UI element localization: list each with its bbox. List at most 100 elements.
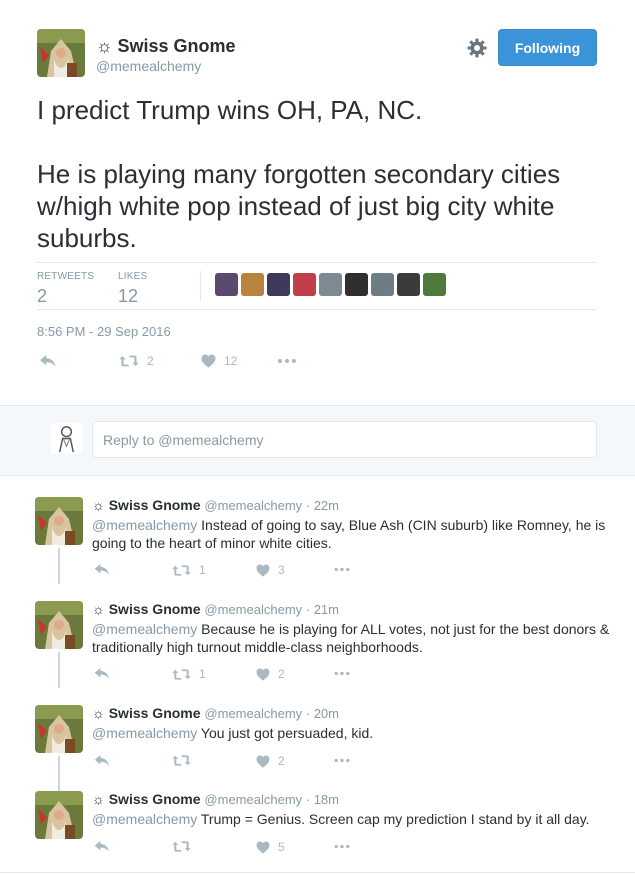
reply-button[interactable]: [39, 354, 57, 368]
reply-tweet[interactable]: ☼ Swiss Gnome @memealchemy · 18m @memeal…: [0, 791, 635, 867]
like-button[interactable]: 5: [256, 840, 285, 854]
liker-avatar[interactable]: [423, 273, 446, 296]
reply-avatar[interactable]: [35, 791, 83, 839]
reply-mention[interactable]: @memealchemy: [92, 517, 197, 533]
reply-tweet[interactable]: ☼ Swiss Gnome @memealchemy · 20m @memeal…: [0, 705, 635, 781]
reply-input[interactable]: Reply to @memealchemy: [92, 421, 597, 458]
reply-composer: Reply to @memealchemy: [0, 405, 635, 476]
stats-divider: [200, 271, 201, 301]
author-handle[interactable]: @memealchemy: [96, 58, 201, 74]
likes-stat[interactable]: LIKES 12: [118, 271, 147, 307]
reply-button[interactable]: [94, 667, 110, 680]
retweet-button[interactable]: [172, 754, 199, 767]
retweet-button[interactable]: [172, 840, 199, 853]
reply-display-name[interactable]: ☼ Swiss Gnome: [92, 601, 201, 617]
like-button[interactable]: 2: [256, 667, 285, 681]
reply-display-name[interactable]: ☼ Swiss Gnome: [92, 705, 201, 721]
author-avatar[interactable]: [37, 29, 85, 77]
reply-mention[interactable]: @memealchemy: [92, 621, 197, 637]
reply-arrow-icon: [94, 754, 110, 767]
retweet-icon: [172, 754, 191, 767]
liker-avatar[interactable]: [267, 273, 290, 296]
retweet-icon: [172, 668, 191, 681]
liker-avatar[interactable]: [241, 273, 264, 296]
more-button[interactable]: [333, 844, 351, 849]
liker-avatar[interactable]: [371, 273, 394, 296]
reply-display-name[interactable]: ☼ Swiss Gnome: [92, 497, 201, 513]
main-tweet: ☼ Swiss Gnome @memealchemy Following I p…: [0, 0, 635, 405]
like-button[interactable]: 12: [201, 354, 237, 368]
retweet-count: 1: [199, 667, 206, 681]
reply-meta[interactable]: @memealchemy · 21m: [204, 602, 339, 617]
reply-text: @memealchemy Because he is playing for A…: [92, 620, 612, 656]
liker-avatar[interactable]: [293, 273, 316, 296]
reply-header: ☼ Swiss Gnome @memealchemy · 22m: [92, 497, 339, 513]
tweet-stats: RETWEETS 2 LIKES 12: [37, 262, 597, 310]
retweet-icon: [172, 564, 191, 577]
more-dots-icon: [333, 844, 351, 849]
like-button[interactable]: 2: [256, 754, 285, 768]
reply-header: ☼ Swiss Gnome @memealchemy · 21m: [92, 601, 339, 617]
reply-text: @memealchemy Instead of going to say, Bl…: [92, 516, 612, 552]
reply-actions: 1 2: [92, 667, 392, 683]
reply-header: ☼ Swiss Gnome @memealchemy · 20m: [92, 705, 339, 721]
heart-icon: [256, 564, 270, 577]
reply-arrow-icon: [39, 354, 57, 368]
liker-avatar[interactable]: [345, 273, 368, 296]
more-button[interactable]: [333, 671, 351, 676]
reply-body: Trump = Genius. Screen cap my prediction…: [200, 811, 590, 827]
more-dots-icon: [333, 758, 351, 763]
retweet-icon: [119, 354, 139, 368]
retweets-stat[interactable]: RETWEETS 2: [37, 271, 94, 307]
reply-avatar[interactable]: [35, 497, 83, 545]
reply-text: @memealchemy You just got persuaded, kid…: [92, 724, 612, 742]
reply-actions: 2: [92, 754, 392, 770]
retweet-button[interactable]: 1: [172, 667, 206, 681]
more-dots-icon: [277, 358, 297, 364]
likes-label: LIKES: [118, 271, 148, 282]
liker-avatar[interactable]: [397, 273, 420, 296]
reply-avatar[interactable]: [35, 705, 83, 753]
like-count: 2: [278, 754, 285, 768]
reply-meta[interactable]: @memealchemy · 22m: [204, 498, 339, 513]
reply-actions: 1 3: [92, 563, 392, 579]
more-button[interactable]: [333, 567, 351, 572]
more-dots-icon: [333, 567, 351, 572]
reply-button[interactable]: [94, 754, 110, 767]
retweet-button[interactable]: 1: [172, 563, 206, 577]
more-button[interactable]: [333, 758, 351, 763]
reply-button[interactable]: [94, 840, 110, 853]
reply-arrow-icon: [94, 840, 110, 853]
like-button[interactable]: 3: [256, 563, 285, 577]
reply-meta[interactable]: @memealchemy · 18m: [204, 792, 339, 807]
gear-icon[interactable]: [466, 37, 488, 59]
retweet-count: 2: [147, 354, 154, 368]
like-count: 2: [278, 667, 285, 681]
reply-display-name[interactable]: ☼ Swiss Gnome: [92, 791, 201, 807]
reply-tweet[interactable]: ☼ Swiss Gnome @memealchemy · 22m @memeal…: [0, 497, 635, 587]
liker-avatar[interactable]: [319, 273, 342, 296]
like-count: 5: [278, 840, 285, 854]
current-user-avatar: [51, 423, 82, 454]
heart-icon: [256, 841, 270, 854]
list-divider: [0, 872, 635, 873]
retweet-count: 1: [199, 563, 206, 577]
like-count: 12: [224, 354, 238, 368]
liker-avatar[interactable]: [215, 273, 238, 296]
reply-button[interactable]: [94, 563, 110, 576]
reply-tweet[interactable]: ☼ Swiss Gnome @memealchemy · 21m @memeal…: [0, 601, 635, 691]
heart-icon: [256, 755, 270, 768]
following-button[interactable]: Following: [498, 29, 597, 66]
reply-mention[interactable]: @memealchemy: [92, 725, 197, 741]
retweet-button[interactable]: 2: [119, 354, 154, 368]
reply-actions: 5: [92, 840, 392, 856]
more-button[interactable]: [277, 358, 297, 364]
author-display-name[interactable]: ☼ Swiss Gnome: [96, 36, 236, 57]
tweet-timestamp[interactable]: 8:56 PM - 29 Sep 2016: [37, 324, 171, 339]
heart-icon: [256, 668, 270, 681]
reply-avatar[interactable]: [35, 601, 83, 649]
reply-meta[interactable]: @memealchemy · 20m: [204, 706, 339, 721]
likes-count: 12: [118, 286, 139, 306]
reply-mention[interactable]: @memealchemy: [92, 811, 197, 827]
reply-arrow-icon: [94, 667, 110, 680]
